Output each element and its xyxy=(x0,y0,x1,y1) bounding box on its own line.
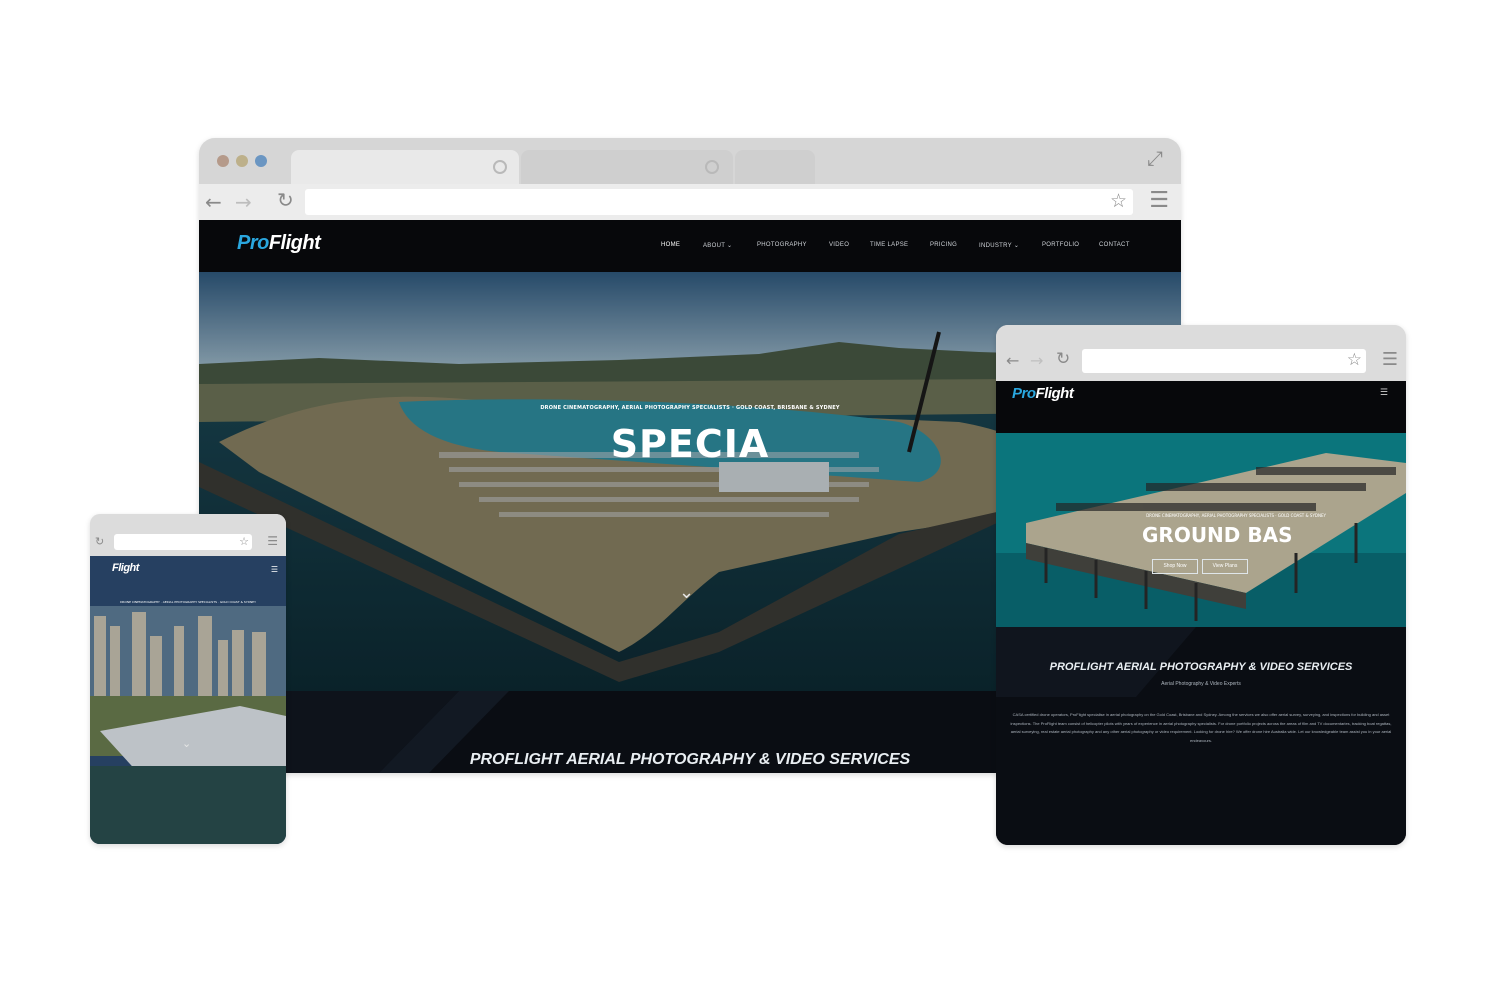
mobile-navbar: Flight ☰ xyxy=(90,556,286,582)
tablet-services-band: PROFLIGHT AERIAL PHOTOGRAPHY & VIDEO SER… xyxy=(996,627,1406,845)
reload-icon[interactable]: ↻ xyxy=(1056,351,1070,368)
logo-pro-text: Pro xyxy=(1012,385,1036,402)
hero-tagline: DRONE CINEMATOGRAPHY · AERIAL PHOTOGRAPH… xyxy=(120,600,256,604)
bookmark-star-icon[interactable]: ☆ xyxy=(1347,352,1362,369)
chevron-down-icon[interactable]: ⌄ xyxy=(182,738,191,749)
reload-icon[interactable]: ↻ xyxy=(277,190,294,210)
address-bar[interactable]: ☆ xyxy=(1082,349,1366,373)
proflight-logo[interactable]: ProFlight xyxy=(237,232,321,255)
fullscreen-icon[interactable]: ⤢ xyxy=(1147,148,1163,168)
menu-icon[interactable]: ☰ xyxy=(1382,351,1398,369)
address-bar[interactable]: ☆ xyxy=(305,189,1133,215)
menu-icon[interactable]: ☰ xyxy=(1149,190,1169,212)
forward-icon[interactable]: → xyxy=(1030,353,1043,369)
nav-portfolio[interactable]: Portfolio xyxy=(1042,242,1079,248)
tablet-browser-window: ← → ↻ ☆ ☰ ProFlight ☰ DRONE CINEMATOGRAP… xyxy=(996,325,1406,845)
nav-video[interactable]: Video xyxy=(829,242,849,248)
proflight-logo[interactable]: ProFlight xyxy=(1012,385,1074,402)
forward-icon[interactable]: → xyxy=(235,192,252,212)
close-window-dot[interactable] xyxy=(217,155,229,167)
desktop-navbar: ProFlight Home About ⌄ Photography Video… xyxy=(199,220,1181,272)
mobile-browser-window: ↻ ☆ ☰ Flight ☰ DRONE CINEMATOGRAPHY · AE… xyxy=(90,514,286,844)
nav-photography[interactable]: Photography xyxy=(757,242,807,248)
logo-pro-text: Pro xyxy=(237,232,269,254)
back-icon[interactable]: ← xyxy=(205,192,222,212)
nav-industry[interactable]: Industry ⌄ xyxy=(979,242,1019,249)
mobile-site: Flight ☰ DRONE CINEMATOGRAPHY · AERIAL P… xyxy=(90,556,286,844)
bookmark-star-icon[interactable]: ☆ xyxy=(239,536,249,547)
nav-contact[interactable]: Contact xyxy=(1099,242,1130,248)
tab-close-icon[interactable] xyxy=(705,160,719,174)
maximize-window-dot[interactable] xyxy=(255,155,267,167)
menu-icon[interactable]: ☰ xyxy=(267,535,278,547)
logo-flight-text: Flight xyxy=(112,562,139,574)
services-body-text: CASA certified drone operators, ProFligh… xyxy=(1010,712,1392,743)
logo-flight-text: Flight xyxy=(268,232,321,254)
tablet-hero: DRONE CINEMATOGRAPHY, AERIAL PHOTOGRAPHY… xyxy=(996,433,1406,627)
proflight-logo[interactable]: Flight xyxy=(112,562,139,574)
bookmark-star-icon[interactable]: ☆ xyxy=(1110,192,1127,211)
services-subtitle: Aerial Photography & Video Experts xyxy=(1161,681,1241,687)
hamburger-menu-icon[interactable]: ☰ xyxy=(271,566,278,574)
nav-time-lapse[interactable]: Time Lapse xyxy=(870,242,908,248)
chevron-down-icon[interactable]: ⌄ xyxy=(679,584,694,602)
nav-pricing[interactable]: Pricing xyxy=(930,242,957,248)
tab-close-icon[interactable] xyxy=(493,160,507,174)
desktop-toolbar: ← → ↻ ☆ ☰ xyxy=(199,184,1181,220)
hero-heading: GROUND BAS xyxy=(1142,523,1293,547)
services-heading: PROFLIGHT AERIAL PHOTOGRAPHY & VIDEO SER… xyxy=(1049,661,1353,673)
address-bar[interactable]: ☆ xyxy=(114,534,252,550)
hamburger-menu-icon[interactable]: ☰ xyxy=(1380,389,1388,398)
tablet-toolbar: ← → ↻ ☆ ☰ xyxy=(996,325,1406,381)
back-icon[interactable]: ← xyxy=(1006,353,1019,369)
nav-home[interactable]: Home xyxy=(661,242,680,248)
nav-about[interactable]: About ⌄ xyxy=(703,242,732,249)
tablet-navbar: ProFlight ☰ xyxy=(996,381,1406,433)
minimize-window-dot[interactable] xyxy=(236,155,248,167)
hero-tagline: DRONE CINEMATOGRAPHY, AERIAL PHOTOGRAPHY… xyxy=(1146,513,1326,518)
new-tab-button[interactable] xyxy=(735,150,815,184)
mobile-toolbar: ↻ ☆ ☰ xyxy=(90,514,286,556)
reload-icon[interactable]: ↻ xyxy=(95,536,104,547)
logo-flight-text: Flight xyxy=(1035,385,1074,402)
hero-button-secondary[interactable]: View Plans xyxy=(1202,559,1248,574)
hero-button-primary[interactable]: Shop Now xyxy=(1152,559,1198,574)
tab-active[interactable] xyxy=(291,150,519,184)
tab-inactive[interactable] xyxy=(521,150,733,184)
desktop-tab-strip: ⤢ xyxy=(199,138,1181,184)
tablet-site: ProFlight ☰ DRONE CINEMATOGRAPHY, AERIAL… xyxy=(996,381,1406,845)
